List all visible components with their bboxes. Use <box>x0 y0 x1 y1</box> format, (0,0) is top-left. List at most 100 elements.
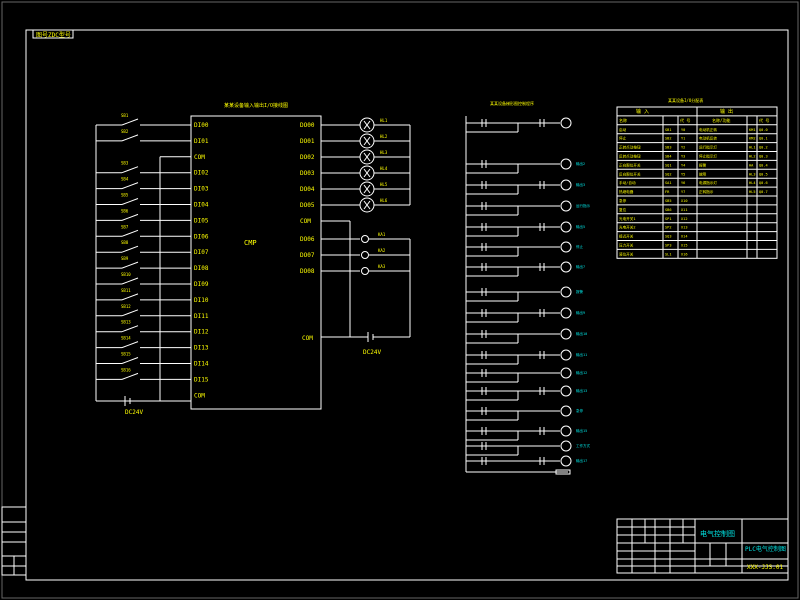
plc-com-out: COM <box>302 335 313 342</box>
plc-input-pin-di14: DI14 <box>194 361 209 368</box>
switch-contact <box>121 341 139 349</box>
lamp-label: HL5 <box>380 182 388 187</box>
lamp-label: HL3 <box>380 150 388 155</box>
switch-contact <box>121 309 139 317</box>
io-table-cell: Y6 <box>681 181 685 185</box>
io-table-cell: Y0 <box>681 128 685 132</box>
io-header-input: 输 入 <box>636 108 649 115</box>
switch-label: SB12 <box>121 304 131 309</box>
switch-label: SB8 <box>121 240 129 245</box>
plc-model: CMP <box>244 239 257 247</box>
io-table-cell: Q0.1 <box>759 137 768 141</box>
ladder-coil-label: 输出9 <box>576 310 585 315</box>
ladder-coil <box>560 261 572 273</box>
lamp-label: HL6 <box>380 198 388 203</box>
switch-contact <box>121 134 139 142</box>
ladder-coil-label: 输出10 <box>576 331 587 336</box>
io-table-cell: SB4 <box>665 155 672 159</box>
ladder-coil <box>560 440 572 452</box>
switch-label: SB16 <box>121 367 131 372</box>
switch-contact <box>121 229 139 237</box>
plc-output-pin-do07: DO07 <box>300 252 315 259</box>
io-table-cell: SB5 <box>665 199 672 203</box>
io-table-cell: 压力开关 <box>619 243 634 248</box>
io-table-cell: SQ3 <box>665 235 672 239</box>
switch-label: SB14 <box>121 336 131 341</box>
plc-output-pin-do08: DO08 <box>300 268 315 275</box>
ladder-coil-label: 报警 <box>576 289 584 294</box>
drawing-title: 电气控制图 <box>700 529 735 538</box>
io-table-cell: X16 <box>681 252 688 256</box>
io-table-cell: 停止 <box>619 136 627 141</box>
plc-input-pin-com: COM <box>194 392 205 399</box>
plc-input-pin-di09: DI09 <box>194 281 209 288</box>
io-table-cell: HL1 <box>749 146 756 150</box>
io-table-cell: 电源指示灯 <box>699 180 717 185</box>
switch-contact <box>121 357 139 364</box>
io-table-cell: SB2 <box>665 137 672 141</box>
plc-title: 某某设备输入输出I/O接线图 <box>224 102 288 109</box>
plc-input-pin-di02: DI02 <box>194 170 209 177</box>
ladder-coil <box>560 286 572 298</box>
io-table: 输 入 输 出名称 代 号 名称/功能 代 号启动 SB1 Y0 电动机正转 KM1 Q0.0 停止… <box>616 106 778 259</box>
io-table-cell: 运行指示灯 <box>699 145 717 150</box>
io-table-cell: 正转指示 <box>699 189 714 194</box>
io-table-cell: 报警 <box>699 162 707 167</box>
io-table-cell: X10 <box>681 199 688 203</box>
ladder-coil <box>560 367 572 379</box>
ladder-coil <box>560 117 572 129</box>
drawing-number: XXX-JJS.01 <box>747 564 784 571</box>
ladder-coil-label: 工作方式 <box>576 443 590 448</box>
switch-contact <box>121 118 139 126</box>
io-table-cell: 启动 <box>619 127 627 132</box>
io-table-cell: 热继电器 <box>619 189 634 194</box>
io-subheader: 名称/功能 <box>712 117 730 123</box>
switch-label: SB7 <box>121 224 129 229</box>
switch-label: SB4 <box>121 177 129 182</box>
plc-output-pin-do05: DO05 <box>300 202 315 209</box>
relay-coil <box>361 235 369 243</box>
plc-output-pin-do02: DO02 <box>300 154 315 161</box>
io-table-cell: SP2 <box>665 226 672 230</box>
io-table-cell: 急停 <box>619 198 627 203</box>
io-table-cell: HL4 <box>749 181 756 185</box>
switch-label: SB9 <box>121 256 129 261</box>
switch-contact <box>121 166 139 174</box>
io-table-cell: SQ2 <box>665 172 672 176</box>
plc-input-pin-di13: DI13 <box>194 345 209 352</box>
ladder-coil <box>560 241 572 253</box>
io-table-cell: HL5 <box>749 190 756 194</box>
io-table-cell: Q0.5 <box>759 172 768 176</box>
switch-contact <box>121 213 139 221</box>
dc-left-label: DC24V <box>125 409 143 416</box>
switch-contact <box>121 325 139 333</box>
io-subheader: 名称 <box>619 117 627 123</box>
plc-output-pin-com: COM <box>300 218 311 225</box>
ladder-coil <box>560 307 572 319</box>
io-table-cell: SB6 <box>665 208 672 212</box>
io-table-cell: KM1 <box>749 128 756 132</box>
io-table-cell: Q0.7 <box>759 190 768 194</box>
switch-label: SB11 <box>121 288 131 293</box>
switch-contact <box>121 277 139 285</box>
io-table-cell: HL3 <box>749 172 756 176</box>
ladder-coil-label: 输出11 <box>576 352 587 357</box>
plc-input-pin-di00: DI00 <box>194 122 209 129</box>
io-subheader: 代 号 <box>759 117 769 123</box>
ladder-coil-label: 急停 <box>576 408 584 413</box>
right-title: PLC电气控制图 <box>745 545 786 553</box>
plc-input-pin-di06: DI06 <box>194 233 209 240</box>
io-table-cell: Y4 <box>681 163 685 167</box>
relay-coil <box>361 251 369 259</box>
io-table-cell: Q0.3 <box>759 155 768 159</box>
io-table-cell: FR <box>665 190 670 194</box>
ladder-coil <box>560 349 572 361</box>
relay-label: KA3 <box>378 264 386 269</box>
io-table-cell: Q0.0 <box>759 128 768 132</box>
switch-contact <box>121 182 139 190</box>
ladder-coil-label: 运行指示 <box>576 203 590 208</box>
plc-input-pin-di01: DI01 <box>194 138 209 145</box>
io-table-cell: Y5 <box>681 172 685 176</box>
io-table-cell: Y1 <box>681 137 685 141</box>
ladder-coil-label: 停止 <box>576 244 584 249</box>
